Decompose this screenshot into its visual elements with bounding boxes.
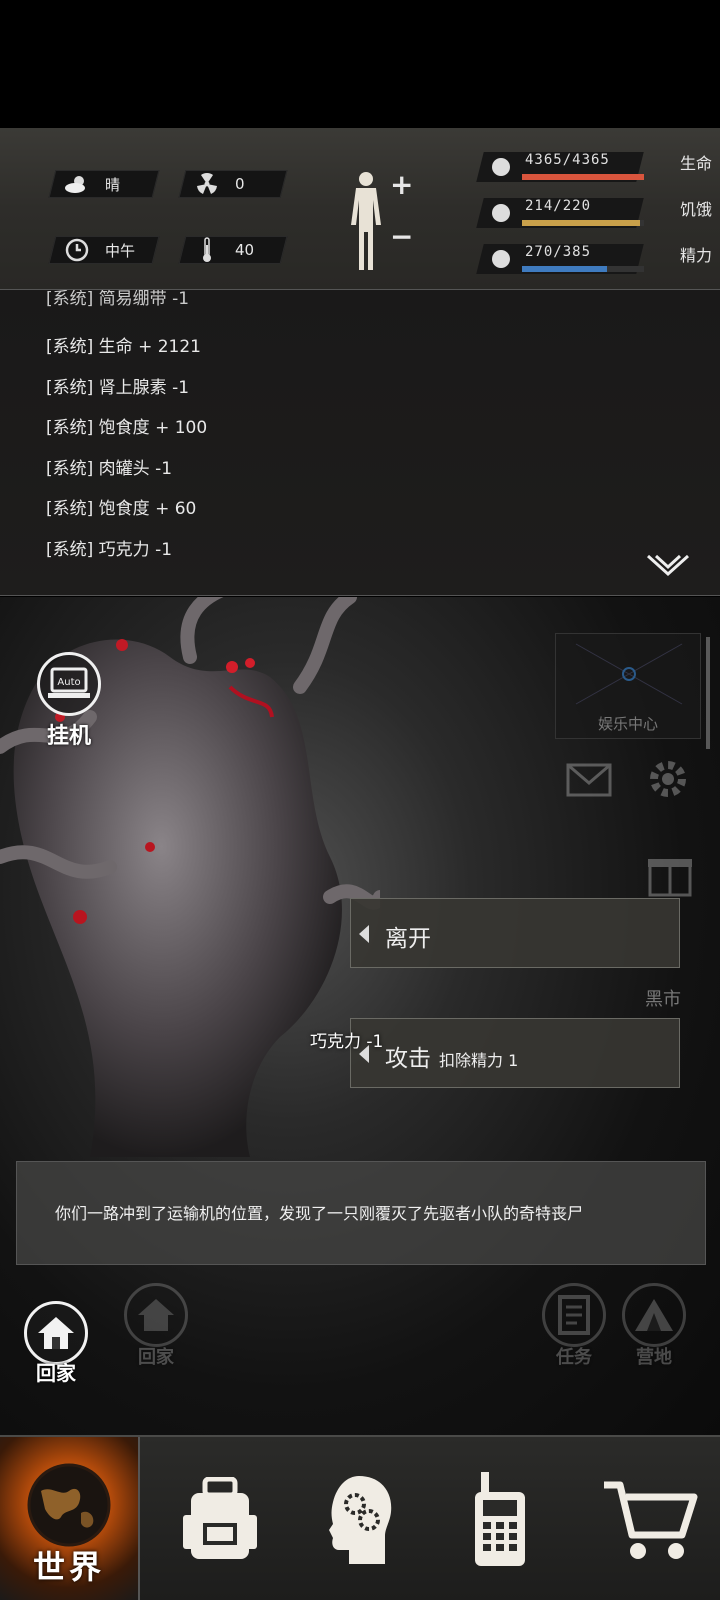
double-chevron-down-icon xyxy=(646,554,690,577)
bottom-navigation: 世界 xyxy=(0,1435,720,1600)
radiation-pill: 0 xyxy=(178,170,288,198)
stat-energy: 270/385 精力 xyxy=(476,238,712,274)
log-line: [系统] 饱食度 + 60 xyxy=(46,499,197,519)
stat-bar-fill xyxy=(522,174,644,180)
auto-idle-button[interactable]: Auto 挂机 xyxy=(34,652,104,750)
brain-energy-icon xyxy=(488,246,514,272)
time-pill: 中午 xyxy=(48,236,160,264)
black-market-label[interactable]: 黑市 xyxy=(645,985,681,1011)
radiation-icon xyxy=(193,170,221,198)
nav-skills-tab[interactable] xyxy=(290,1437,430,1600)
house-icon xyxy=(24,1301,88,1365)
side-scrollbar[interactable] xyxy=(706,637,710,749)
attack-choice-button[interactable]: 攻击 扣除精力 1 xyxy=(350,1018,680,1088)
left-triangle-icon xyxy=(359,925,369,943)
go-home-button[interactable]: 回家 xyxy=(22,1301,90,1386)
quest-label: 任务 xyxy=(556,1347,592,1368)
stomach-icon xyxy=(488,200,514,226)
auto-icon-text: Auto xyxy=(57,677,80,688)
stat-name: 生命 xyxy=(679,154,712,173)
leave-choice-label: 离开 xyxy=(385,926,431,952)
log-line: [系统] 饱食度 + 100 xyxy=(46,418,208,438)
entertainment-map-icon xyxy=(575,643,683,705)
collapse-log-button[interactable] xyxy=(646,552,690,586)
settings-gear-icon[interactable] xyxy=(644,755,692,807)
camp-label: 营地 xyxy=(636,1347,672,1368)
radiation-value: 0 xyxy=(235,175,245,193)
leave-choice-button[interactable]: 离开 xyxy=(350,898,680,968)
stat-name: 精力 xyxy=(679,246,712,265)
floating-item-text: 巧克力 -1 xyxy=(310,1032,384,1052)
tent-icon xyxy=(622,1283,686,1347)
quest-button[interactable]: 任务 xyxy=(540,1283,608,1369)
temperature-value: 40 xyxy=(235,241,255,259)
human-figure-icon xyxy=(351,172,381,270)
clock-icon xyxy=(63,236,91,264)
log-line: [系统] 肉罐头 -1 xyxy=(46,458,173,479)
house-dim-icon xyxy=(124,1283,188,1347)
entertainment-center-button[interactable]: 娱乐中心 xyxy=(555,633,701,739)
shop-cart-icon xyxy=(604,1481,698,1559)
log-line-partial: [系统] 简易绷带 -1 xyxy=(46,290,190,309)
temperature-pill: 40 xyxy=(178,236,288,264)
camp-button[interactable]: 营地 xyxy=(620,1283,688,1369)
heart-pulse-icon xyxy=(488,154,514,180)
cloud-sun-icon xyxy=(63,170,91,198)
plus-icon: + xyxy=(390,168,414,201)
event-description-box: 你们一路冲到了运输机的位置，发现了一只刚覆灭了先驱者小队的奇特丧尸 xyxy=(16,1161,706,1265)
thermometer-icon xyxy=(193,236,221,264)
minus-icon: − xyxy=(390,220,414,253)
skills-head-icon xyxy=(329,1475,392,1564)
auto-laptop-icon: Auto xyxy=(37,652,101,716)
weather-pill: 晴 xyxy=(48,170,160,198)
status-panel: 晴 0 中午 40 + − 4365/4365 生命 214/220 饥饿 27… xyxy=(0,128,720,290)
stat-bar-track xyxy=(522,220,644,226)
log-line: [系统] 肾上腺素 -1 xyxy=(46,377,190,398)
nav-world-tab[interactable]: 世界 xyxy=(0,1437,140,1600)
body-status-button[interactable]: + − xyxy=(348,168,418,280)
nav-backpack-tab[interactable] xyxy=(150,1437,290,1600)
nav-world-label: 世界 xyxy=(32,1548,105,1586)
nav-radio-tab[interactable] xyxy=(430,1437,570,1600)
time-value: 中午 xyxy=(105,241,136,260)
globe-icon xyxy=(27,1463,111,1546)
stat-value: 270/385 xyxy=(525,244,592,260)
stat-bar-track xyxy=(522,174,644,180)
home-dim-label: 回家 xyxy=(138,1347,174,1368)
nav-shop-tab[interactable] xyxy=(580,1437,720,1600)
stat-bar-track xyxy=(522,266,644,272)
backpack-icon xyxy=(183,1476,257,1559)
radio-icon xyxy=(475,1471,525,1566)
log-line: [系统] 巧克力 -1 xyxy=(46,539,173,560)
battle-scene: Auto 挂机 娱乐中心 黑市 离开 攻击 扣除精力 1 巧克力 -1 你们一路… xyxy=(0,597,720,1435)
stat-bar-fill xyxy=(522,220,641,226)
mail-icon[interactable] xyxy=(566,763,612,801)
stat-value: 214/220 xyxy=(525,198,592,214)
log-line: [系统] 生命 + 2121 xyxy=(46,337,201,357)
stat-health: 4365/4365 生命 xyxy=(476,146,712,182)
stat-bar-fill xyxy=(522,266,608,272)
go-home-label: 回家 xyxy=(36,1361,76,1385)
auto-idle-label: 挂机 xyxy=(46,724,91,749)
home-dim-button[interactable]: 回家 xyxy=(122,1283,190,1369)
entertainment-center-label: 娱乐中心 xyxy=(597,715,658,733)
attack-cost-label: 扣除精力 1 xyxy=(439,1051,519,1070)
weather-value: 晴 xyxy=(105,175,121,194)
gift-icon[interactable] xyxy=(648,849,692,901)
event-description-text: 你们一路冲到了运输机的位置，发现了一只刚覆灭了先驱者小队的奇特丧尸 xyxy=(55,1204,584,1223)
stat-hunger: 214/220 饥饿 xyxy=(476,192,712,228)
quest-book-icon xyxy=(542,1283,606,1347)
attack-choice-label: 攻击 xyxy=(385,1046,431,1072)
stat-value: 4365/4365 xyxy=(525,152,610,168)
stat-name: 饥饿 xyxy=(679,200,712,219)
message-log[interactable]: [系统] 简易绷带 -1 [系统] 生命 + 2121 [系统] 肾上腺素 -1 [… xyxy=(0,290,720,596)
